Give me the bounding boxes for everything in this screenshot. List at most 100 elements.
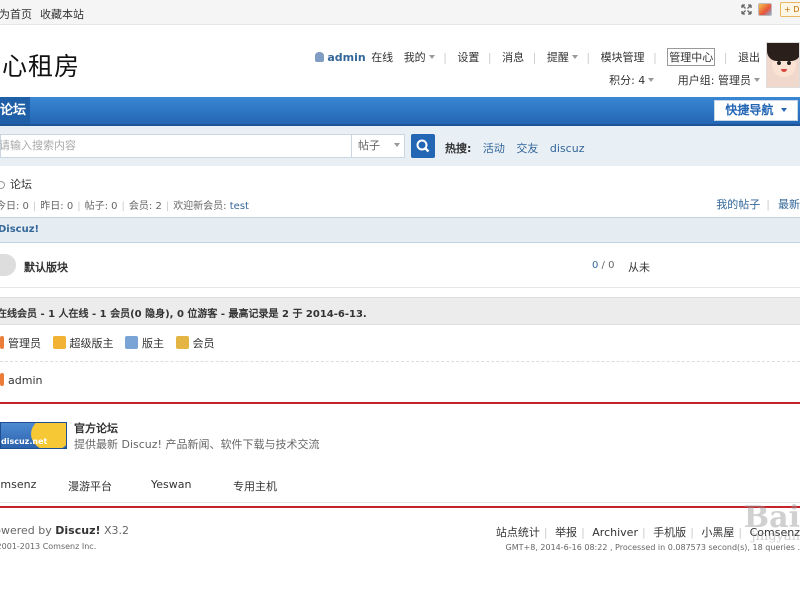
chevron-down-icon [754,78,760,82]
online-user[interactable]: admin [0,373,42,387]
site-stats-link[interactable]: 站点统计 [496,526,540,539]
friend-link[interactable]: Yeswan [151,478,191,491]
my-menu-label: 我的 [403,51,426,64]
chevron-down-icon [571,55,578,59]
newest-member-link[interactable]: test [230,201,249,212]
hot-term[interactable]: discuz [550,142,585,155]
discuz-net-logo[interactable]: discuz.net [0,422,67,449]
my-posts-link[interactable]: 我的帖子 [716,198,760,211]
stat-posts: 帖子: 0 [84,201,118,212]
nav-tab-forum[interactable]: 论坛 [0,97,30,124]
expand-icon[interactable] [741,4,752,15]
archiver-link[interactable]: Archiver [592,526,638,539]
notify-menu[interactable]: 提醒 [547,49,578,65]
divider: | [766,198,770,211]
usergroup-menu[interactable]: 用户组: 管理员 [678,74,760,87]
logout-link[interactable]: 退出 [738,49,760,65]
online-title[interactable]: 在线会员 - 1 人在线 - 1 会员(0 隐身), 0 位游客 - 最高记录是… [0,305,367,320]
category-title[interactable]: Discuz! [0,224,39,235]
online-header: 在线会员 - 1 人在线 - 1 会员(0 隐身), 0 位游客 - 最高记录是… [0,297,800,325]
messages-link[interactable]: 消息 [502,49,524,65]
forum-counts: 0 / 0 [592,260,615,271]
hot-search: 热搜: 活动 交友 discuz [445,140,584,156]
divider: | [581,526,585,539]
divider: | [121,201,125,212]
site-logo[interactable]: 爱心租房 [0,47,80,83]
search-input[interactable]: 请输入搜索内容 [0,134,351,158]
stats-links: 我的帖子 | 最新 [708,196,800,212]
stat-yesterday: 昨日: 0 [40,201,74,212]
search-placeholder: 请输入搜索内容 [0,139,76,152]
forum-name-link[interactable]: 默认版块 [24,259,68,275]
usergroup-label: 用户组: 管理员 [677,74,751,87]
friend-link[interactable]: 漫游平台 [68,478,112,494]
powered-brand[interactable]: Discuz! [55,524,100,537]
divider [0,361,800,362]
top-action-button[interactable]: + D [780,2,800,17]
user-menu: admin 在线 我的 | 设置 | 消息 | 提醒 | 模块管理 | 管理中心… [308,48,760,66]
divider: | [32,201,37,212]
logo-caption: discuz.net [1,437,48,446]
divider: | [487,51,492,64]
top-bar: 设为首页收藏本站 + D [0,0,800,25]
avatar[interactable] [766,42,800,88]
divider: | [586,51,591,64]
main-nav: 论坛 快捷导航 [0,97,800,126]
divider: | [690,526,694,539]
divider: | [77,201,81,212]
module-manage-link[interactable]: 模块管理 [601,49,645,65]
watermark-sub: jingyan [751,529,800,544]
legend-label: 会员 [192,337,215,350]
divider [0,502,800,503]
username-link[interactable]: admin [327,51,365,64]
search-icon [416,139,430,153]
friend-link[interactable]: Comsenz [0,478,36,491]
divider: | [443,51,447,64]
quick-nav-button[interactable]: 快捷导航 [714,100,798,121]
red-divider [0,402,800,404]
legend-label: 管理员 [8,337,41,350]
forum-posts: 0 [608,260,615,271]
legend-member: 会员 [175,335,215,351]
quick-nav-label: 快捷导航 [725,103,774,117]
user-icon [315,52,325,62]
avatar-eye [777,61,781,65]
divider: | [532,51,537,64]
newest-member-label: 欢迎新会员: [173,201,227,212]
footer-copyright: © 2001-2013 Comsenz Inc. [0,542,97,551]
report-link[interactable]: 举报 [555,526,577,539]
search-type-select[interactable]: 帖子 [351,134,405,158]
admin-center-link[interactable]: 管理中心 [667,48,716,66]
my-menu[interactable]: 我的 [404,49,435,65]
points-menu[interactable]: 积分: 4 [609,74,655,87]
stat-today: 今日: 0 [0,201,29,212]
user-group-legend: 管理员 超级版主 版主 会员 [0,335,223,351]
mobile-link[interactable]: 手机版 [653,526,686,539]
forum-row: 默认版块 0 / 0 从未 [0,244,800,288]
forum-bubble-icon[interactable] [0,254,16,276]
home-icon[interactable] [0,181,5,189]
stat-members: 会员: 2 [128,201,162,212]
official-forum-link[interactable]: 官方论坛 [74,420,118,436]
divider: | [641,526,646,539]
points-label: 积分: 4 [609,74,646,87]
legend-label: 版主 [142,337,164,350]
bookmark-link[interactable]: 收藏本站 [40,8,84,21]
friend-link[interactable]: 专用主机 [233,478,277,494]
forum-stats: 今日: 0 | 昨日: 0 | 帖子: 0 | 会员: 2 | 欢迎新会员: test [0,197,249,212]
hot-term[interactable]: 活动 [483,142,505,155]
search-button[interactable] [411,134,435,158]
divider: | [165,201,170,212]
moderator-icon [125,336,138,349]
hot-term[interactable]: 交友 [516,142,538,155]
picture-icon[interactable] [758,3,772,16]
notify-label: 提醒 [546,51,569,64]
chevron-down-icon [648,78,655,82]
user-stats: 积分: 4 用户组: 管理员 [589,72,760,88]
set-homepage-link[interactable]: 设为首页 [0,8,32,21]
hot-search-label: 热搜: [445,142,472,155]
breadcrumb-forum[interactable]: 论坛 [10,178,32,191]
official-forum-desc: 提供最新 Discuz! 产品新闻、软件下载与技术交流 [74,438,320,451]
latest-link[interactable]: 最新 [778,198,800,211]
settings-link[interactable]: 设置 [457,49,479,65]
